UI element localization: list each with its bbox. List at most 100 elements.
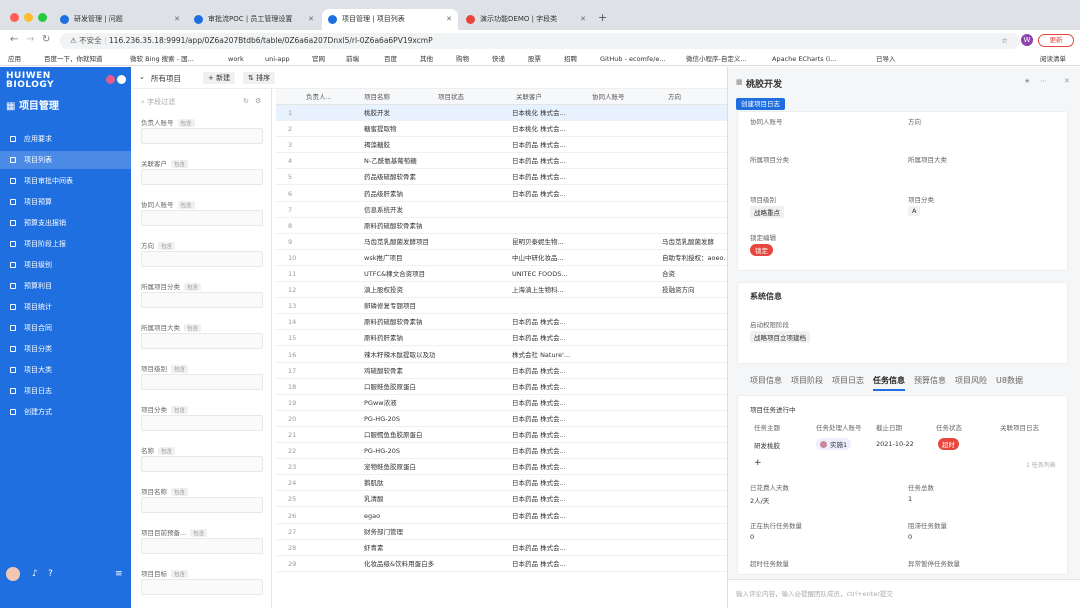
client-cell[interactable]: 中山中研化妆品...: [512, 250, 586, 266]
client-cell[interactable]: 日本药品 株式会...: [512, 475, 586, 491]
client-cell[interactable]: 日本桃化 株式会...: [512, 105, 586, 121]
avatar[interactable]: [106, 75, 115, 84]
field-value[interactable]: 战略重点: [750, 206, 784, 218]
bookmark-item[interactable]: 微软 Bing 搜索 - 国...: [130, 52, 194, 66]
table-row[interactable]: 8李瀚波原料药硫酸软骨素钠已关闭: [276, 218, 727, 234]
project-name-cell[interactable]: PG-HG-20S: [364, 443, 436, 459]
back-icon[interactable]: ←: [10, 34, 18, 45]
client-cell[interactable]: 日本药品 株式会...: [512, 540, 586, 556]
direction-cell[interactable]: 马齿苋乳酸菌发酵: [662, 234, 726, 250]
project-name-cell[interactable]: 马齿苋乳酸菌发酵项目: [364, 234, 436, 250]
column-header-client[interactable]: 关联客户: [516, 89, 542, 105]
filter-operator[interactable]: 包含: [158, 242, 176, 250]
project-name-cell[interactable]: 鸡硫酸软骨素: [364, 363, 436, 379]
new-tab-icon[interactable]: +: [598, 11, 607, 24]
sidebar-item[interactable]: 项目预算: [0, 193, 131, 211]
project-name-cell[interactable]: 辣木籽辣木酞提取以及功: [364, 347, 436, 363]
table-row[interactable]: 13杨瑞萍卵磷修复专题项目进行中: [276, 298, 727, 315]
filter-operator[interactable]: 包含: [171, 365, 189, 373]
sidebar-item[interactable]: 创建方式: [0, 403, 131, 421]
sidebar-item[interactable]: 项目阶段上报: [0, 235, 131, 253]
bookmark-item[interactable]: 其他: [420, 52, 433, 66]
filter-operator[interactable]: 包含: [177, 201, 195, 209]
reading-list[interactable]: 阅读清单: [1040, 52, 1066, 66]
table-row[interactable]: 29李瀚波化妆品级&饮料用蛋白多进行中日本药品 株式会...刘昱艳: [276, 556, 727, 572]
filter-operator[interactable]: 包含: [158, 447, 176, 455]
bookmark-item[interactable]: 前端: [346, 52, 359, 66]
sidebar-item[interactable]: 预算支出报销: [0, 214, 131, 232]
user-avatar[interactable]: [6, 567, 20, 581]
tab-budget-info[interactable]: 预算信息: [914, 376, 946, 385]
client-cell[interactable]: 昆明贝泰妮生物...: [512, 234, 586, 250]
table-row[interactable]: 24李瀚波鹅肌肽进行中日本药品 株式会...刘昱艳: [276, 475, 727, 492]
close-tab-icon[interactable]: ✕: [580, 9, 586, 30]
sidebar-item[interactable]: 项目审批中间表: [0, 172, 131, 190]
table-row[interactable]: 15李瀚波原料药肝素钠已关闭日本药品 株式会...: [276, 330, 727, 347]
refresh-icon[interactable]: ↻: [243, 97, 249, 105]
sort-button[interactable]: ⇅ 排序: [243, 72, 276, 84]
filter-input[interactable]: [141, 251, 263, 267]
table-row[interactable]: 27刘琳财务部门管理进行中: [276, 524, 727, 540]
table-row[interactable]: 2张世兴糖蜜提取物进行中日本桃化 株式会...郭璃: [276, 121, 727, 138]
client-cell[interactable]: 日本药品 株式会...: [512, 427, 586, 443]
project-name-cell[interactable]: 桃胶开发: [364, 105, 436, 121]
project-name-cell[interactable]: 药品级硫酸软骨素: [364, 169, 436, 185]
project-name-cell[interactable]: 乳清酸: [364, 491, 436, 507]
close-tab-icon[interactable]: ✕: [446, 9, 452, 30]
bookmark-item[interactable]: 应用: [8, 52, 21, 66]
table-row[interactable]: 19李瀚波PGww浓液进行中日本药品 株式会...刘昱艳: [276, 395, 727, 411]
table-row[interactable]: 26李瀚波egao已关闭日本药品 株式会...刘昱艳: [276, 508, 727, 524]
client-cell[interactable]: 日本药品 株式会...: [512, 153, 586, 169]
project-name-cell[interactable]: 财务部门管理: [364, 524, 436, 540]
sidebar-item[interactable]: 项目级别: [0, 256, 131, 274]
filter-input[interactable]: [141, 374, 263, 390]
sidebar-item[interactable]: 项目日志: [0, 382, 131, 400]
tab-project-risk[interactable]: 项目风险: [955, 376, 987, 385]
minimize-window-icon[interactable]: [24, 13, 33, 22]
client-cell[interactable]: 日本药品 株式会...: [512, 137, 586, 153]
bell-icon[interactable]: ♪: [32, 569, 38, 579]
filter-operator[interactable]: 包含: [177, 119, 195, 127]
filter-input[interactable]: [141, 579, 263, 595]
comment-input[interactable]: 输入评论内容，输入@提醒团队成员，ctrl+enter提交: [728, 579, 1080, 608]
project-name-cell[interactable]: 虾青素: [364, 540, 436, 556]
table-row[interactable]: 11周乾贞UTFC&稞文合资项目进行中UNITEC FOODS...郭瑞之合资: [276, 266, 727, 282]
client-cell[interactable]: 日本药品 株式会...: [512, 491, 586, 507]
project-name-cell[interactable]: 化妆品级&饮料用蛋白多: [364, 556, 436, 572]
close-window-icon[interactable]: [10, 13, 19, 22]
tab-task-info[interactable]: 任务信息: [873, 376, 905, 391]
client-cell[interactable]: 日本药品 株式会...: [512, 411, 586, 427]
bookmark-item[interactable]: 百度: [384, 52, 397, 66]
filter-operator[interactable]: 包含: [171, 570, 189, 578]
project-name-cell[interactable]: PGww浓液: [364, 395, 436, 411]
project-name-cell[interactable]: 口服鳕鱼鱼胶原蛋白: [364, 427, 436, 443]
table-row[interactable]: 3孙美霞褐藻糖胶进行中日本药品 株式会...刘昱艳: [276, 137, 727, 154]
filter-input[interactable]: [141, 538, 263, 554]
direction-cell[interactable]: 投融资方向: [662, 282, 726, 298]
bookmark-item[interactable]: Apache ECharts (i...: [772, 52, 836, 66]
sidebar-item[interactable]: 应用要求: [0, 130, 131, 148]
direction-cell[interactable]: 自助专利授权：aoeo...: [662, 250, 726, 266]
update-button[interactable]: 更新: [1038, 34, 1074, 47]
tab-project-stage[interactable]: 项目阶段: [791, 376, 823, 385]
table-row[interactable]: 4张小红N-乙酰氨基葡萄糖进行中日本药品 株式会...刘昱艳: [276, 153, 727, 170]
filter-operator[interactable]: 包含: [190, 529, 208, 537]
project-name-cell[interactable]: 原料药硫酸软骨素钠: [364, 218, 436, 234]
reload-icon[interactable]: ↻: [42, 34, 50, 45]
column-header-name[interactable]: 项目名称: [364, 89, 390, 105]
table-row[interactable]: 10张明昌wsk推广项目进行中中山中研化妆品...曹铭自助专利授权：aoeo..…: [276, 250, 727, 266]
table-row[interactable]: 12郭瑞之滇上股权投资进行中上海滇上生物科...刘昱艳投融资方向: [276, 282, 727, 299]
browser-tab[interactable]: 演示功能DEMO | 字段类 ✕: [460, 9, 592, 30]
client-cell[interactable]: 日本药品 株式会...: [512, 556, 586, 572]
table-row[interactable]: 18李瀚波口服鲑鱼胶原蛋白进行中日本药品 株式会...刘昱艳: [276, 379, 727, 395]
project-name-cell[interactable]: 口服鲑鱼胶原蛋白: [364, 379, 436, 395]
maximize-window-icon[interactable]: [38, 13, 47, 22]
close-tab-icon[interactable]: ✕: [308, 9, 314, 30]
add-icon[interactable]: [117, 75, 126, 84]
collapse-icon[interactable]: ≡: [115, 569, 123, 579]
table-row[interactable]: 21李瀚波口服鳕鱼鱼胶原蛋白进行中日本药品 株式会...周乾贞: [276, 427, 727, 443]
bookmark-item[interactable]: 购物: [456, 52, 469, 66]
client-cell[interactable]: 日本药品 株式会...: [512, 363, 586, 379]
tab-project-log[interactable]: 项目日志: [832, 376, 864, 385]
table-row[interactable]: 1张世兴桃胶开发进行中日本桃化 株式会...: [276, 105, 727, 121]
